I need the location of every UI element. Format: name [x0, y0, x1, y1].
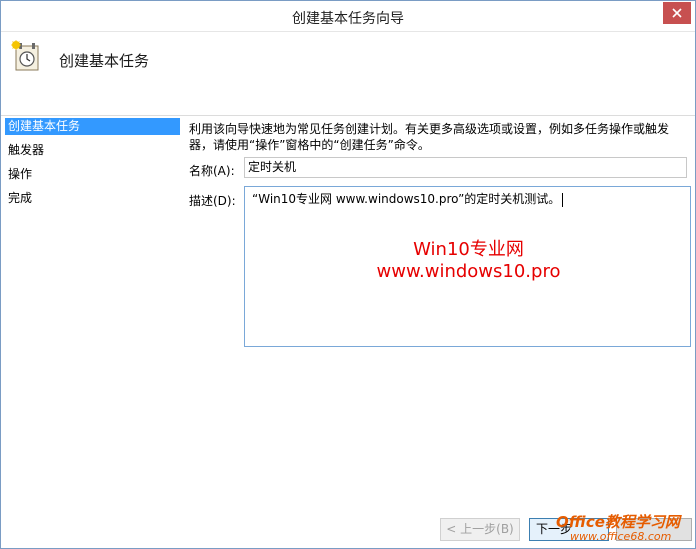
watermark-text-1: Win10专业网 — [413, 239, 524, 260]
logo-line-1: Office教程学习网 — [556, 513, 680, 531]
sidebar-item-create-basic-task[interactable]: 创建基本任务 — [5, 118, 180, 135]
sidebar-item-trigger[interactable]: 触发器 — [5, 142, 180, 159]
close-button[interactable] — [663, 2, 691, 24]
title-bar[interactable]: 创建基本任务向导 — [1, 1, 695, 32]
wizard-content: 利用该向导快速地为常见任务创建计划。有关更多高级选项或设置，例如多任务操作或触发… — [183, 116, 693, 516]
window-title: 创建基本任务向导 — [292, 11, 404, 27]
description-value: “Win10专业网 www.windows10.pro”的定时关机测试。 — [252, 192, 561, 206]
site-logo-watermark: Office教程学习网 www.office68.com — [556, 511, 695, 547]
description-label: 描述(D): — [189, 194, 236, 208]
logo-line-2: www.office68.com — [570, 530, 672, 543]
description-textarea[interactable]: “Win10专业网 www.windows10.pro”的定时关机测试。 Win… — [244, 186, 691, 347]
wizard-header: 创建基本任务 — [1, 32, 695, 116]
page-title: 创建基本任务 — [59, 52, 150, 70]
name-label: 名称(A): — [189, 164, 235, 178]
watermark-text-2: www.windows10.pro — [376, 261, 561, 282]
sidebar-item-action[interactable]: 操作 — [5, 166, 180, 183]
text-caret — [562, 192, 564, 207]
wizard-steps-sidebar: 创建基本任务 触发器 操作 完成 — [1, 116, 181, 548]
intro-text: 利用该向导快速地为常见任务创建计划。有关更多高级选项或设置，例如多任务操作或触发… — [189, 121, 689, 153]
close-icon — [672, 8, 682, 18]
intro-line-2: 器，请使用“操作”窗格中的“创建任务”命令。 — [189, 138, 430, 152]
name-input[interactable]: 定时关机 — [244, 157, 687, 178]
back-button[interactable]: < 上一步(B) — [440, 518, 520, 541]
task-scheduler-clock-icon — [11, 40, 39, 71]
intro-line-1: 利用该向导快速地为常见任务创建计划。有关更多高级选项或设置，例如多任务操作或触发 — [189, 122, 670, 136]
sidebar-item-finish[interactable]: 完成 — [5, 190, 180, 207]
wizard-window: 创建基本任务向导 创建基本任务 创建基本任务 触发器 操作 完成 利用该向导快速… — [0, 0, 696, 549]
